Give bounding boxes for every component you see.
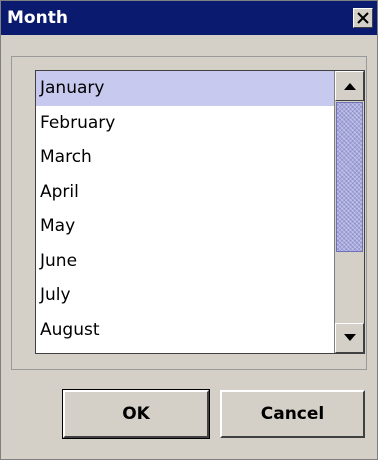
dialog-title: Month: [7, 8, 68, 28]
vertical-scrollbar[interactable]: [334, 71, 364, 353]
list-item-august[interactable]: August: [36, 313, 334, 348]
list-item-june[interactable]: June: [36, 244, 334, 279]
list-item-january[interactable]: January: [36, 71, 334, 106]
scrollbar-thumb[interactable]: [336, 102, 363, 252]
list-item-march[interactable]: March: [36, 140, 334, 175]
arrow-up-icon: [344, 83, 356, 90]
title-bar[interactable]: Month: [1, 1, 377, 35]
list-item-july[interactable]: July: [36, 278, 334, 313]
close-icon: [357, 12, 369, 24]
month-dialog: Month January February March April May J…: [0, 0, 378, 460]
ok-button[interactable]: OK: [62, 389, 210, 439]
list-item-february[interactable]: February: [36, 106, 334, 141]
cancel-button[interactable]: Cancel: [220, 390, 365, 438]
scroll-up-button[interactable]: [335, 71, 364, 101]
month-list-items: January February March April May June Ju…: [36, 71, 334, 353]
close-button[interactable]: [353, 8, 373, 28]
month-list[interactable]: January February March April May June Ju…: [35, 70, 365, 354]
list-item-may[interactable]: May: [36, 209, 334, 244]
scroll-down-button[interactable]: [335, 323, 364, 353]
arrow-down-icon: [344, 334, 356, 341]
list-item-april[interactable]: April: [36, 175, 334, 210]
